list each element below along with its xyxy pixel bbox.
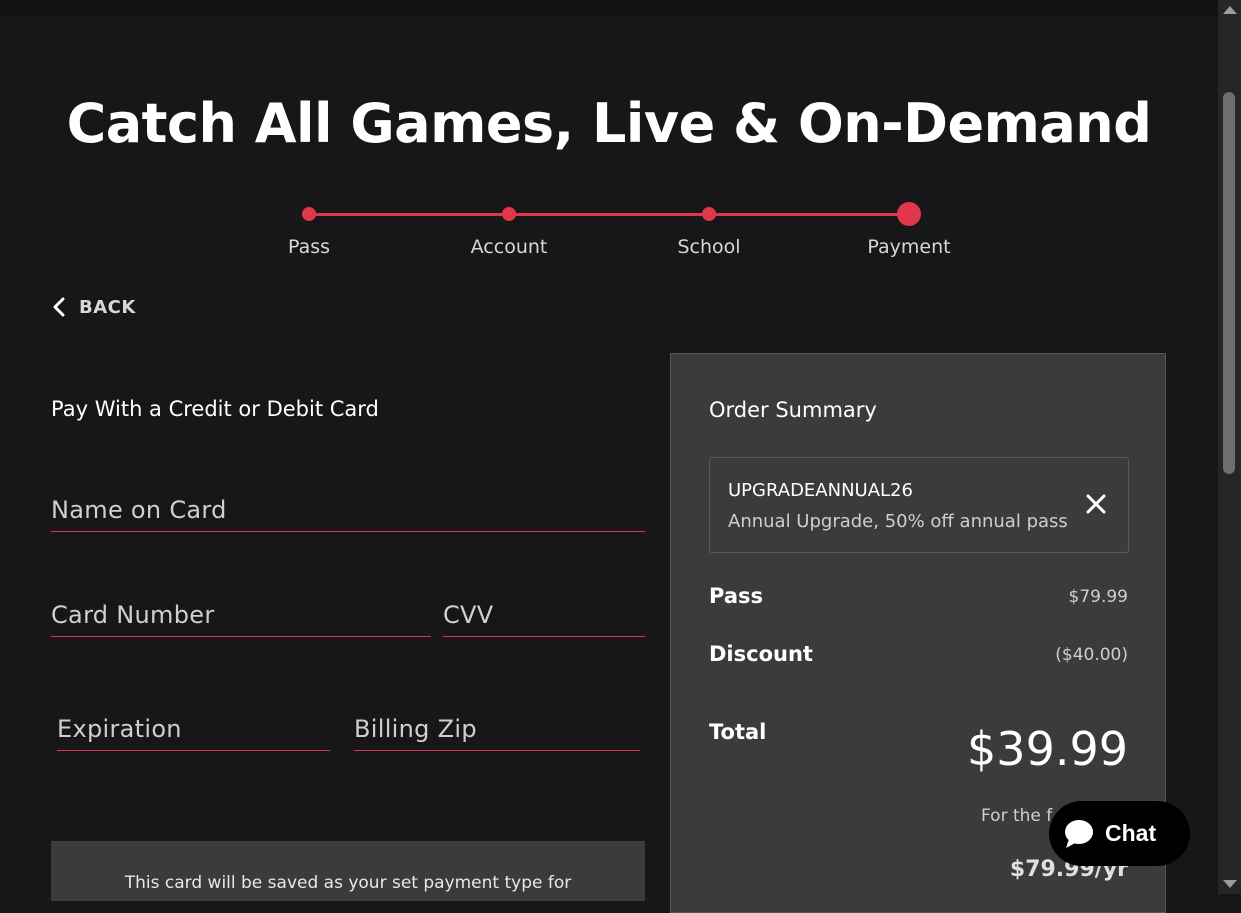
card-number-field [51, 594, 431, 637]
chat-label: Chat [1105, 820, 1157, 846]
discount-label: Discount [709, 642, 813, 666]
step-dot-account [502, 207, 516, 221]
saved-card-note-text: This card will be saved as your set paym… [124, 873, 572, 893]
total-label: Total [709, 720, 767, 744]
step-label-payment: Payment [867, 236, 951, 258]
step-label-school: School [677, 236, 741, 258]
chevron-left-icon [53, 297, 65, 317]
scrollbar[interactable] [1218, 0, 1241, 894]
card-number-input[interactable] [51, 594, 431, 636]
scroll-thumb[interactable] [1223, 92, 1235, 474]
saved-card-note: This card will be saved as your set paym… [51, 841, 645, 901]
promo-code-card: UPGRADEANNUAL26 Annual Upgrade, 50% off … [709, 457, 1129, 553]
pass-label: Pass [709, 584, 763, 608]
promo-code: UPGRADEANNUAL26 [728, 480, 913, 501]
cvv-input[interactable] [443, 594, 645, 636]
billing-zip-field [354, 708, 640, 751]
promo-description: Annual Upgrade, 50% off annual pass [728, 511, 1068, 532]
step-label-pass: Pass [287, 236, 331, 258]
scroll-up-arrow-icon[interactable] [1223, 6, 1237, 14]
pass-value: $79.99 [1068, 587, 1128, 607]
step-dot-school [702, 207, 716, 221]
stepper-line [309, 213, 909, 216]
page-title: Catch All Games, Live & On-Demand [66, 92, 1152, 155]
close-icon[interactable] [1084, 492, 1108, 516]
back-button[interactable]: BACK [51, 296, 136, 318]
step-dot-payment [897, 202, 921, 226]
name-on-card-field [51, 489, 645, 532]
chat-bubble-icon [1065, 819, 1093, 848]
billing-period-text: For the f [981, 806, 1053, 826]
step-label-account: Account [470, 236, 548, 258]
billing-zip-input[interactable] [354, 708, 640, 750]
top-bar [0, 0, 1218, 16]
scroll-down-arrow-icon[interactable] [1223, 880, 1237, 888]
payment-form-title: Pay With a Credit or Debit Card [51, 397, 379, 421]
total-value: $39.99 [967, 722, 1128, 776]
cvv-field [443, 594, 645, 637]
name-on-card-input[interactable] [51, 489, 645, 531]
discount-value: ($40.00) [1055, 645, 1128, 665]
step-dot-pass [302, 207, 316, 221]
chat-button[interactable]: Chat [1049, 801, 1190, 866]
expiration-input[interactable] [57, 708, 330, 750]
order-summary-title: Order Summary [709, 398, 877, 422]
expiration-field [57, 708, 330, 751]
back-label: BACK [79, 296, 136, 318]
progress-stepper: Pass Account School Payment [0, 200, 1218, 270]
